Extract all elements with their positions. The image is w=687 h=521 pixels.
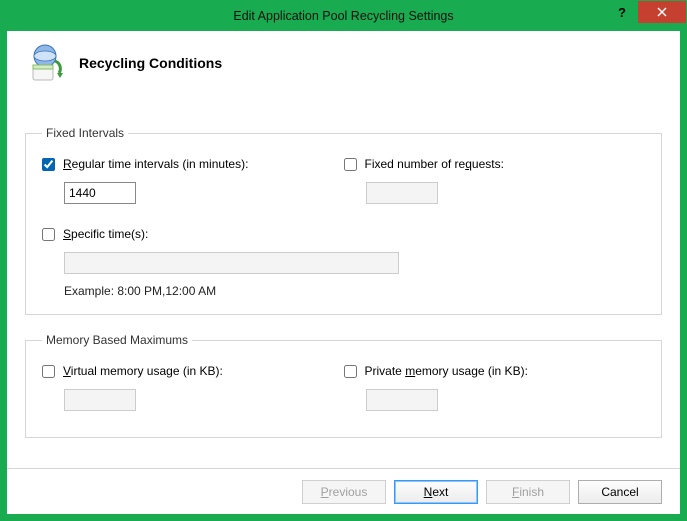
dialog-window: Edit Application Pool Recycling Settings… <box>0 0 687 521</box>
fixed-intervals-legend: Fixed Intervals <box>42 126 128 140</box>
virtual-memory-checkbox[interactable] <box>42 365 55 378</box>
fixed-intervals-group: Fixed Intervals Regular time intervals (… <box>25 126 662 315</box>
recycle-icon <box>25 43 65 83</box>
memory-maximums-legend: Memory Based Maximums <box>42 333 192 347</box>
page-heading: Recycling Conditions <box>79 55 222 71</box>
body-area: Fixed Intervals Regular time intervals (… <box>7 100 680 468</box>
private-memory-label: Private memory usage (in KB): <box>365 364 528 378</box>
help-button[interactable]: ? <box>606 1 638 23</box>
specific-times-example: Example: 8:00 PM,12:00 AM <box>64 284 645 298</box>
specific-times-input <box>64 252 399 274</box>
private-memory-checkbox[interactable] <box>344 365 357 378</box>
next-button[interactable]: Next <box>394 480 478 504</box>
virtual-memory-label: Virtual memory usage (in KB): <box>63 364 223 378</box>
finish-button: Finish <box>486 480 570 504</box>
dialog-content: Recycling Conditions Fixed Intervals Reg… <box>1 31 686 520</box>
window-title: Edit Application Pool Recycling Settings <box>1 9 686 23</box>
regular-intervals-label: Regular time intervals (in minutes): <box>63 157 248 171</box>
previous-button: Previous <box>302 480 386 504</box>
close-icon <box>657 7 667 17</box>
close-button[interactable] <box>638 1 686 23</box>
header-row: Recycling Conditions <box>7 31 680 93</box>
private-memory-input <box>366 389 438 411</box>
cancel-button[interactable]: Cancel <box>578 480 662 504</box>
regular-intervals-input[interactable] <box>64 182 136 204</box>
fixed-requests-label: Fixed number of requests: <box>365 157 504 171</box>
fixed-requests-input <box>366 182 438 204</box>
memory-maximums-group: Memory Based Maximums Virtual memory usa… <box>25 333 662 438</box>
specific-times-checkbox[interactable] <box>42 228 55 241</box>
button-bar: Previous Next Finish Cancel <box>7 468 680 514</box>
titlebar[interactable]: Edit Application Pool Recycling Settings… <box>1 1 686 31</box>
specific-times-label: Specific time(s): <box>63 227 148 241</box>
virtual-memory-input <box>64 389 136 411</box>
titlebar-buttons: ? <box>606 1 686 23</box>
fixed-requests-checkbox[interactable] <box>344 158 357 171</box>
regular-intervals-checkbox[interactable] <box>42 158 55 171</box>
